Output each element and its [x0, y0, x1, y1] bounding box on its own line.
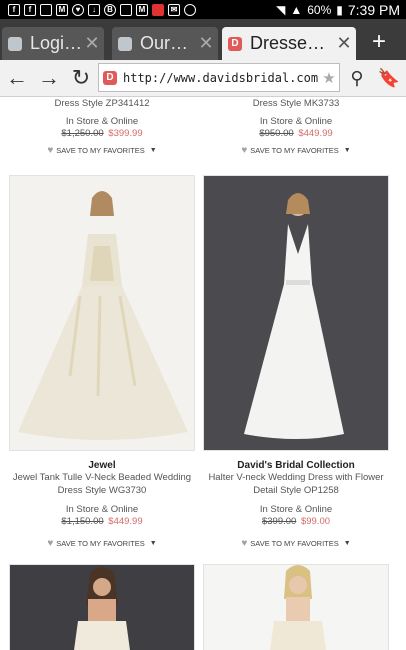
heart-icon: ♥ — [47, 145, 54, 156]
mail-icon: ✉ — [168, 3, 180, 16]
favorites-label: SAVE TO MY FAVORITES — [56, 539, 145, 548]
availability: In Store & Online — [259, 116, 333, 127]
sale-price: $449.99 — [298, 128, 333, 139]
original-price: $1,250.00 — [61, 128, 104, 139]
globe-icon — [8, 36, 22, 51]
dress-photo — [10, 565, 194, 650]
davidsbridal-favicon: D — [228, 36, 242, 51]
favorites-label: SAVE TO MY FAVORITES — [250, 146, 339, 155]
globe-icon — [118, 36, 132, 51]
page-content: Dress Style ZP341412 In Store & Online $… — [0, 97, 406, 650]
app-icon — [152, 3, 164, 16]
wifi-icon: ◥ — [276, 2, 286, 17]
product-name-line: Jewel Tank Tulle V-Neck Beaded Wedding — [12, 472, 192, 483]
product-image[interactable] — [203, 564, 389, 650]
product-brand[interactable]: David's Bridal Collection — [203, 460, 389, 471]
save-to-favorites-button[interactable]: ♥ SAVE TO MY FAVORITES ▼ — [203, 538, 389, 549]
favorites-label: SAVE TO MY FAVORITES — [56, 146, 145, 155]
bookmark-star-icon[interactable]: ★ — [319, 69, 339, 87]
gmail-icon: M — [136, 3, 148, 16]
product-image[interactable] — [9, 175, 195, 451]
tab-title: Our… — [140, 33, 189, 53]
gmail-icon: M — [56, 3, 68, 16]
heart-icon: ♥ — [241, 538, 248, 549]
chevron-down-icon: ▼ — [343, 147, 351, 154]
tab-title: Dresse… — [250, 33, 326, 53]
davidsbridal-favicon: D — [103, 70, 117, 85]
save-to-favorites-button[interactable]: ♥ SAVE TO MY FAVORITES ▼ — [9, 538, 195, 549]
product-name[interactable]: Halter V-neck Wedding Dress with Flower … — [203, 471, 389, 497]
close-icon[interactable]: ✕ — [80, 33, 104, 54]
product-image[interactable] — [203, 175, 389, 451]
product-name-line: Detail Style OP1258 — [253, 485, 339, 496]
back-icon[interactable]: ← — [2, 64, 32, 92]
heart-icon: ♥ — [47, 538, 54, 549]
search-icon[interactable]: ⚲ — [342, 64, 372, 92]
product-name-line: Halter V-neck Wedding Dress with Flower — [208, 472, 384, 483]
chevron-down-icon: ▼ — [343, 540, 351, 547]
tab-title: Logi… — [30, 33, 80, 53]
battery-icon: ▮ — [336, 2, 343, 17]
signal-icon: ▲ — [290, 2, 303, 17]
reload-icon[interactable]: ↻ — [66, 64, 96, 92]
heart-icon: ♥ — [241, 145, 248, 156]
close-icon[interactable]: ✕ — [332, 33, 356, 54]
battery-level: 60% — [307, 2, 332, 17]
product-card: David's Bridal Collection Halter V-neck … — [203, 460, 389, 549]
sale-price: $99.00 — [300, 516, 331, 527]
availability: In Store & Online — [259, 504, 333, 515]
url-field[interactable]: D http://www.davidsbridal.com/Search ★ — [98, 63, 340, 92]
product-name[interactable]: Jewel Tank Tulle V-Neck Beaded Wedding D… — [9, 471, 195, 497]
original-price: $950.00 — [259, 128, 294, 139]
product-image[interactable] — [9, 564, 195, 650]
price: $950.00 $449.99 — [203, 128, 389, 139]
b-icon: B — [104, 3, 116, 16]
status-bar: f f M ♥ ↓ B M ✉ ◥ ▲ 60% ▮ 7:39 PM — [0, 0, 406, 19]
save-to-favorites-button[interactable]: ♥ SAVE TO MY FAVORITES ▼ — [9, 145, 195, 156]
sale-price: $449.99 — [108, 516, 143, 527]
image-icon — [120, 3, 132, 16]
availability: In Store & Online — [65, 504, 139, 515]
url-text[interactable]: http://www.davidsbridal.com/Search — [123, 71, 319, 85]
price: $1,150.00 $449.99 — [9, 516, 195, 527]
product-brand[interactable]: Jewel — [9, 460, 195, 471]
product-card: Dress Style ZP341412 In Store & Online $… — [9, 97, 195, 156]
product-style[interactable]: Dress Style ZP341412 — [9, 97, 195, 110]
heart-icon: ♥ — [72, 3, 84, 16]
bookmarks-icon[interactable]: 🔖 — [374, 64, 404, 92]
original-price: $1,150.00 — [61, 516, 104, 527]
android-icon — [184, 3, 196, 16]
product-style[interactable]: Dress Style MK3733 — [203, 97, 389, 110]
price: $1,250.00 $399.99 — [9, 128, 195, 139]
product-card: Jewel Jewel Tank Tulle V-Neck Beaded Wed… — [9, 460, 195, 549]
new-tab-button[interactable]: + — [360, 27, 398, 60]
chevron-down-icon: ▼ — [149, 540, 157, 547]
tab-login[interactable]: Logi… ✕ — [2, 27, 104, 60]
product-name-line: Dress Style WG3730 — [57, 485, 147, 496]
chevron-down-icon: ▼ — [149, 147, 157, 154]
notification-icons: f f M ♥ ↓ B M ✉ — [0, 3, 196, 16]
sale-price: $399.99 — [108, 128, 143, 139]
tab-strip: Logi… ✕ Our… ✕ D Dresse… ✕ + — [0, 19, 406, 60]
dress-photo — [204, 565, 388, 650]
facebook-icon: f — [8, 3, 20, 16]
availability: In Store & Online — [65, 116, 139, 127]
dress-photo — [204, 176, 388, 450]
dress-photo — [10, 176, 194, 450]
address-bar: ← → ↻ D http://www.davidsbridal.com/Sear… — [0, 60, 406, 97]
close-icon[interactable]: ✕ — [194, 33, 218, 54]
facebook-icon: f — [24, 3, 36, 16]
photo-icon — [40, 3, 52, 16]
save-to-favorites-button[interactable]: ♥ SAVE TO MY FAVORITES ▼ — [203, 145, 389, 156]
favorites-label: SAVE TO MY FAVORITES — [250, 539, 339, 548]
original-price: $399.00 — [261, 516, 297, 527]
tab-dresses[interactable]: D Dresse… ✕ — [222, 27, 356, 60]
download-icon: ↓ — [88, 3, 100, 16]
product-card: Dress Style MK3733 In Store & Online $95… — [203, 97, 389, 156]
tab-our[interactable]: Our… ✕ — [112, 27, 218, 60]
forward-icon[interactable]: → — [34, 64, 64, 92]
clock: 7:39 PM — [347, 1, 400, 18]
price: $399.00 $99.00 — [203, 516, 389, 527]
